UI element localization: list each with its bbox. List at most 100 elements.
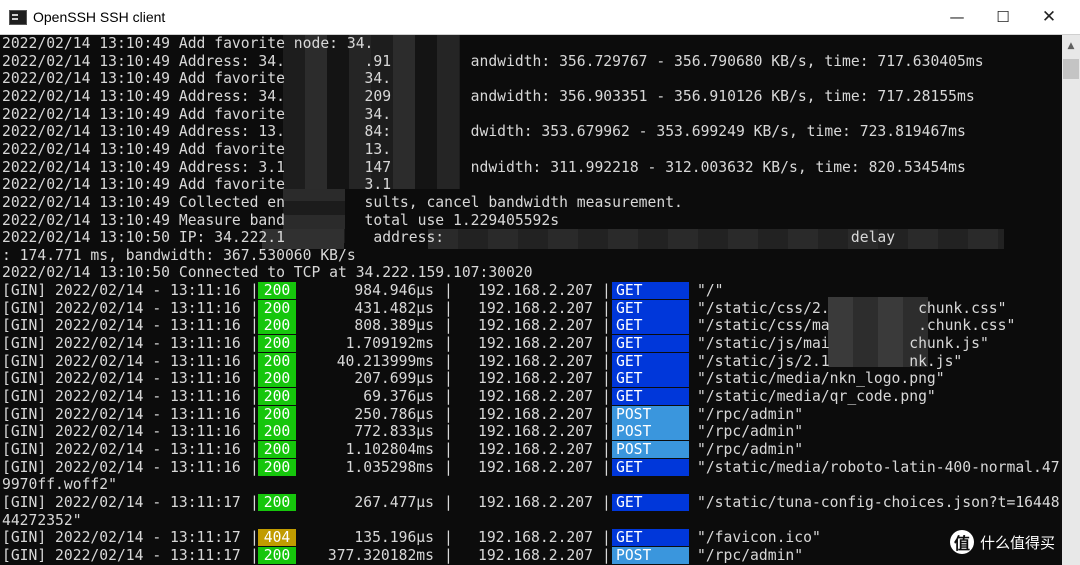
log-line: 2022/02/14 13:10:49 Collected en sults, …	[2, 194, 683, 211]
request-timestamp: [GIN] 2022/02/14 - 13:11:16	[2, 353, 241, 370]
request-timestamp: [GIN] 2022/02/14 - 13:11:16	[2, 282, 241, 299]
request-path: "/static/tuna-config-choices.json?t=1644…	[697, 494, 1060, 511]
terminal-console[interactable]: 2022/02/14 13:10:49 Add favorite node: 3…	[0, 35, 1062, 565]
request-timestamp: [GIN] 2022/02/14 - 13:11:16	[2, 370, 241, 387]
client-ip: 192.168.2.207	[478, 423, 593, 440]
status-badge: 200	[258, 335, 296, 352]
request-latency: 772.833µs	[354, 423, 434, 440]
http-method-badge: GET	[612, 317, 689, 334]
status-badge: 200	[258, 547, 296, 564]
request-path: "/rpc/admin"	[697, 423, 804, 440]
request-path: "/static/css/ma .chunk.css"	[697, 317, 1016, 334]
request-path: "/static/media/qr_code.png"	[697, 388, 936, 405]
request-path: "/static/css/2. chunk.css"	[697, 300, 1007, 317]
request-latency: 1.709192ms	[345, 335, 434, 352]
client-ip: 192.168.2.207	[478, 282, 593, 299]
request-latency: 135.196µs	[354, 529, 434, 546]
window-title: OpenSSH SSH client	[33, 9, 166, 25]
log-line: 2022/02/14 13:10:50 IP: 34.222.1 address…	[2, 229, 896, 246]
request-path: "/static/js/2.1 nk.js"	[697, 353, 963, 370]
request-timestamp: [GIN] 2022/02/14 - 13:11:16	[2, 335, 241, 352]
vertical-scrollbar[interactable]: ▲	[1062, 35, 1080, 565]
log-line: 2022/02/14 13:10:49 Measure band total u…	[2, 212, 560, 229]
http-method-badge: POST	[612, 441, 689, 458]
column-separator: |	[602, 300, 611, 317]
column-separator: |	[444, 459, 453, 476]
request-latency: 808.389µs	[354, 317, 434, 334]
client-ip: 192.168.2.207	[478, 300, 593, 317]
http-method-badge: POST	[612, 547, 689, 564]
request-latency: 267.477µs	[354, 494, 434, 511]
http-method-badge: GET	[612, 494, 689, 511]
column-separator: |	[602, 406, 611, 423]
status-badge: 200	[258, 300, 296, 317]
column-separator: |	[602, 529, 611, 546]
request-timestamp: [GIN] 2022/02/14 - 13:11:17	[2, 547, 241, 564]
request-timestamp: [GIN] 2022/02/14 - 13:11:16	[2, 423, 241, 440]
request-path: "/static/js/mai chunk.js"	[697, 335, 989, 352]
column-separator: |	[602, 335, 611, 352]
request-timestamp: [GIN] 2022/02/14 - 13:11:16	[2, 459, 241, 476]
status-badge: 200	[258, 494, 296, 511]
http-method-badge: POST	[612, 423, 689, 440]
column-separator: |	[602, 547, 611, 564]
window-titlebar: OpenSSH SSH client — ☐ ✕	[0, 0, 1080, 35]
http-method-badge: GET	[612, 529, 689, 546]
column-separator: |	[602, 388, 611, 405]
status-badge: 200	[258, 317, 296, 334]
status-badge: 200	[258, 423, 296, 440]
column-separator: |	[444, 317, 453, 334]
maximize-button[interactable]: ☐	[980, 0, 1026, 34]
log-line: 2022/02/14 13:10:50 Connected to TCP at …	[2, 264, 533, 281]
minimize-button[interactable]: —	[934, 0, 980, 34]
client-ip: 192.168.2.207	[478, 388, 593, 405]
scroll-up-icon[interactable]: ▲	[1062, 35, 1080, 57]
column-separator: |	[444, 388, 453, 405]
request-latency: 431.482µs	[354, 300, 434, 317]
log-line-continuation: 9970ff.woff2"	[2, 476, 117, 493]
column-separator: |	[602, 423, 611, 440]
status-badge: 200	[258, 459, 296, 476]
http-method-badge: POST	[612, 406, 689, 423]
request-path: "/rpc/admin"	[697, 441, 804, 458]
client-ip: 192.168.2.207	[478, 353, 593, 370]
close-button[interactable]: ✕	[1026, 0, 1072, 34]
request-latency: 1.035298ms	[345, 459, 434, 476]
log-line: 2022/02/14 13:10:49 Add favorite node: 3…	[2, 35, 374, 52]
column-separator: |	[444, 282, 453, 299]
request-timestamp: [GIN] 2022/02/14 - 13:11:16	[2, 406, 241, 423]
client-ip: 192.168.2.207	[478, 406, 593, 423]
request-latency: 1.102804ms	[345, 441, 434, 458]
log-line: 2022/02/14 13:10:49 Address: 3.1 147 ndw…	[2, 159, 966, 176]
column-separator: |	[444, 370, 453, 387]
column-separator: |	[602, 317, 611, 334]
http-method-badge: GET	[612, 300, 689, 317]
status-badge: 200	[258, 353, 296, 370]
request-timestamp: [GIN] 2022/02/14 - 13:11:16	[2, 317, 241, 334]
watermark-logo: 值	[950, 530, 974, 554]
scroll-thumb[interactable]	[1063, 59, 1079, 79]
log-line-continuation: 44272352"	[2, 512, 82, 529]
client-ip: 192.168.2.207	[478, 459, 593, 476]
status-badge: 404	[258, 529, 296, 546]
client-ip: 192.168.2.207	[478, 335, 593, 352]
column-separator: |	[444, 423, 453, 440]
column-separator: |	[444, 547, 453, 564]
log-line: : 174.771 ms, bandwidth: 367.530060 KB/s	[2, 247, 356, 264]
column-separator: |	[444, 441, 453, 458]
column-separator: |	[602, 494, 611, 511]
watermark-text: 什么值得买	[980, 533, 1056, 552]
log-line: 2022/02/14 13:10:49 Add favorite 34.	[2, 106, 392, 123]
request-latency: 207.699µs	[354, 370, 434, 387]
http-method-badge: GET	[612, 282, 689, 299]
request-path: "/rpc/admin"	[697, 547, 804, 564]
request-latency: 69.376µs	[363, 388, 434, 405]
log-line: 2022/02/14 13:10:49 Add favorite 34.	[2, 70, 392, 87]
http-method-badge: GET	[612, 459, 689, 476]
column-separator: |	[444, 494, 453, 511]
client-ip: 192.168.2.207	[478, 529, 593, 546]
status-badge: 200	[258, 370, 296, 387]
client-ip: 192.168.2.207	[478, 317, 593, 334]
request-path: "/rpc/admin"	[697, 406, 804, 423]
request-latency: 984.946µs	[354, 282, 434, 299]
